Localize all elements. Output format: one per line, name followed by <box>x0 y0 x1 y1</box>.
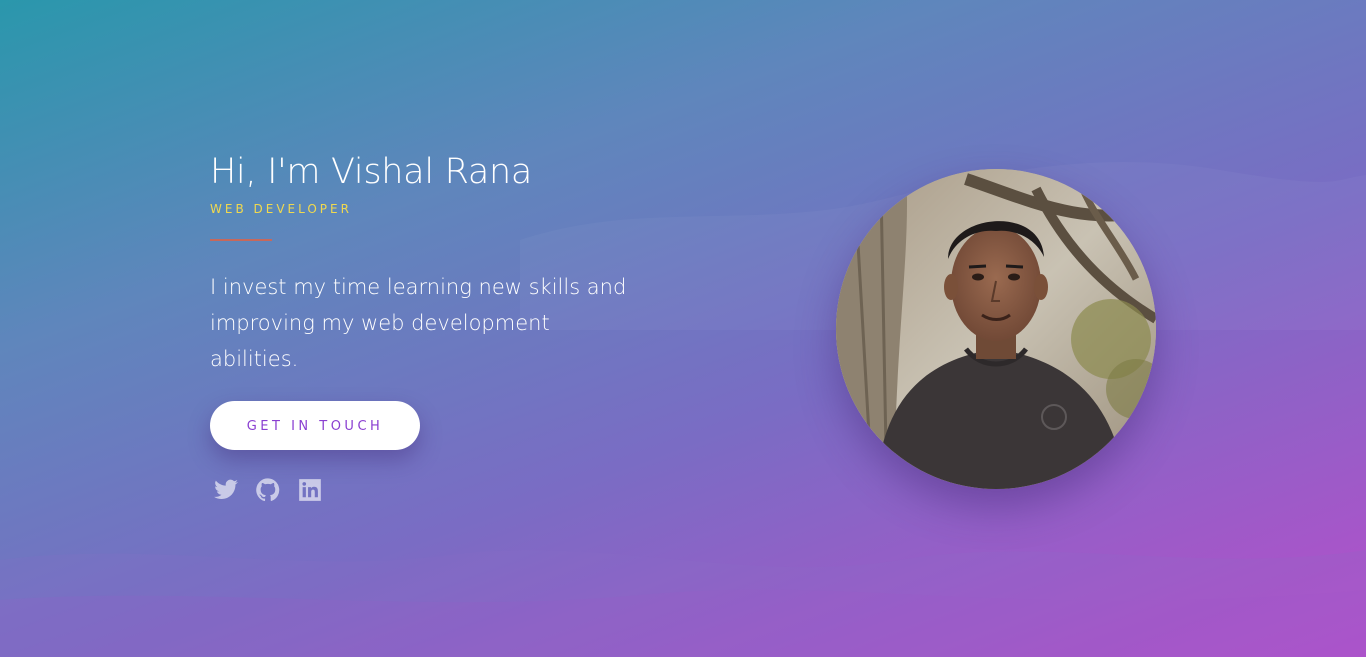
hero-section: Hi, I'm Vishal Rana WEB DEVELOPER I inve… <box>0 0 1366 657</box>
mountain-background <box>0 550 1366 657</box>
intro-block: Hi, I'm Vishal Rana WEB DEVELOPER I inve… <box>210 150 650 503</box>
hero-tagline: I invest my time learning new skills and… <box>210 275 627 371</box>
get-in-touch-button[interactable]: GET IN TOUCH <box>210 401 420 450</box>
linkedin-link[interactable] <box>297 477 323 503</box>
portrait-photo <box>836 169 1156 489</box>
twitter-icon <box>214 479 238 499</box>
accent-divider <box>210 239 272 241</box>
github-icon <box>256 478 280 502</box>
twitter-link[interactable] <box>213 477 239 503</box>
github-link[interactable] <box>255 477 281 503</box>
linkedin-icon <box>299 479 321 501</box>
hero-greeting: Hi, I'm Vishal Rana <box>210 152 532 192</box>
hero-role: WEB DEVELOPER <box>210 202 352 216</box>
social-links <box>210 477 650 503</box>
profile-photo <box>836 169 1156 489</box>
